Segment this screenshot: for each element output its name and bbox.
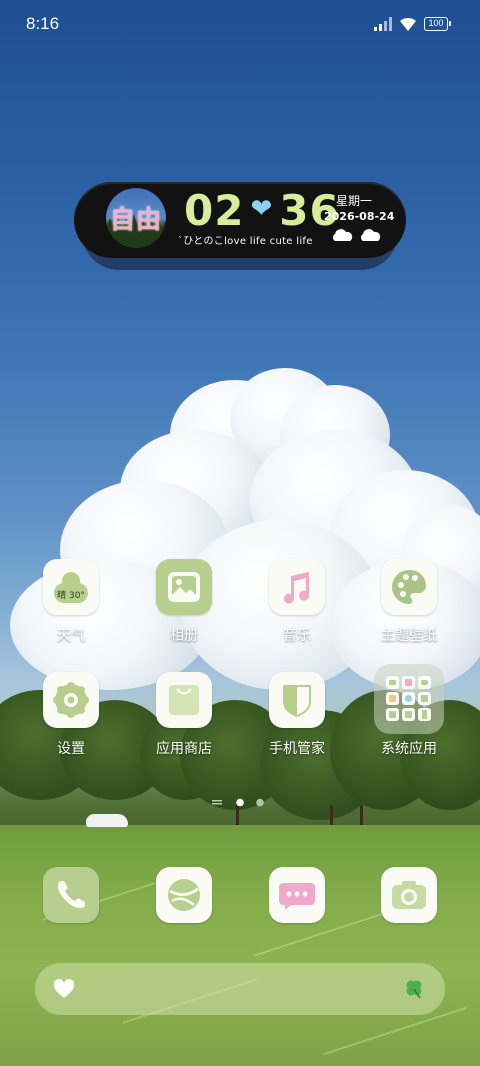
car xyxy=(86,814,128,827)
status-bar: 8:16 100 xyxy=(0,0,480,50)
app-label: 相册 xyxy=(170,628,198,644)
weather-temp: 30° xyxy=(69,591,85,601)
app-label: 主题壁纸 xyxy=(381,628,437,644)
clock-time: 02 ❤ 36 xyxy=(184,186,340,235)
avatar-text: 自由 xyxy=(110,205,163,234)
dock-camera[interactable] xyxy=(361,867,457,967)
app-folder-system[interactable]: 系统应用 xyxy=(361,664,457,764)
dock-messages[interactable] xyxy=(249,867,345,967)
cloud-icon xyxy=(332,229,353,241)
shield-icon xyxy=(283,685,311,717)
app-phone-manager[interactable]: 手机管家 xyxy=(249,672,345,772)
weather-icon: 晴 30° xyxy=(54,572,88,603)
heart-icon xyxy=(53,979,75,998)
music-icon xyxy=(284,572,310,604)
dock-phone[interactable] xyxy=(23,867,119,967)
dock-browser[interactable] xyxy=(136,867,232,967)
signal-icon xyxy=(374,17,392,31)
browser-icon xyxy=(168,879,200,911)
app-label: 天气 xyxy=(57,628,85,644)
folder-icon xyxy=(386,676,431,721)
shopping-bag-icon xyxy=(169,685,199,715)
home-screen: 8:16 100 自由 02 ❤ 36 星期一 2026-08-24 `ひとのこlo… xyxy=(0,0,480,1066)
heart-colon-icon: ❤ xyxy=(250,194,274,224)
status-time: 8:16 xyxy=(26,14,60,33)
app-label: 应用商店 xyxy=(156,741,212,757)
battery-icon: 100 xyxy=(424,17,451,31)
svg-text:晴 30°: 晴 30° xyxy=(57,589,85,601)
app-label: 系统应用 xyxy=(381,741,437,757)
cloud-icon xyxy=(360,229,381,241)
wifi-icon xyxy=(400,17,416,31)
page-indicator[interactable] xyxy=(212,798,272,808)
date: 2026-08-24 xyxy=(324,210,395,223)
app-music[interactable]: 音乐 xyxy=(249,559,345,659)
search-bar[interactable] xyxy=(35,963,445,1015)
avatar: 自由 xyxy=(106,188,166,248)
messages-icon xyxy=(279,883,315,910)
clover-icon xyxy=(406,980,422,999)
app-label: 设置 xyxy=(57,741,85,757)
palette-icon xyxy=(391,569,427,604)
clock-widget[interactable]: 自由 02 ❤ 36 星期一 2026-08-24 `ひとのこlove life c… xyxy=(74,182,406,258)
gear-icon xyxy=(53,682,89,718)
gallery-icon xyxy=(168,572,200,602)
weekday: 星期一 xyxy=(336,194,373,208)
phone-icon xyxy=(57,881,85,909)
app-label: 手机管家 xyxy=(269,741,325,757)
app-themes[interactable]: 主题壁纸 xyxy=(361,559,457,659)
app-store[interactable]: 应用商店 xyxy=(136,672,232,772)
tagline: `ひとのこlove life cute life xyxy=(178,236,313,247)
weather-condition: 晴 xyxy=(57,589,66,601)
app-gallery[interactable]: 相册 xyxy=(136,559,232,659)
app-settings[interactable]: 设置 xyxy=(23,672,119,772)
camera-icon xyxy=(392,881,426,909)
app-weather[interactable]: 晴 30° 天气 xyxy=(23,559,119,659)
app-label: 音乐 xyxy=(283,628,311,644)
clock-hours: 02 xyxy=(184,186,245,235)
